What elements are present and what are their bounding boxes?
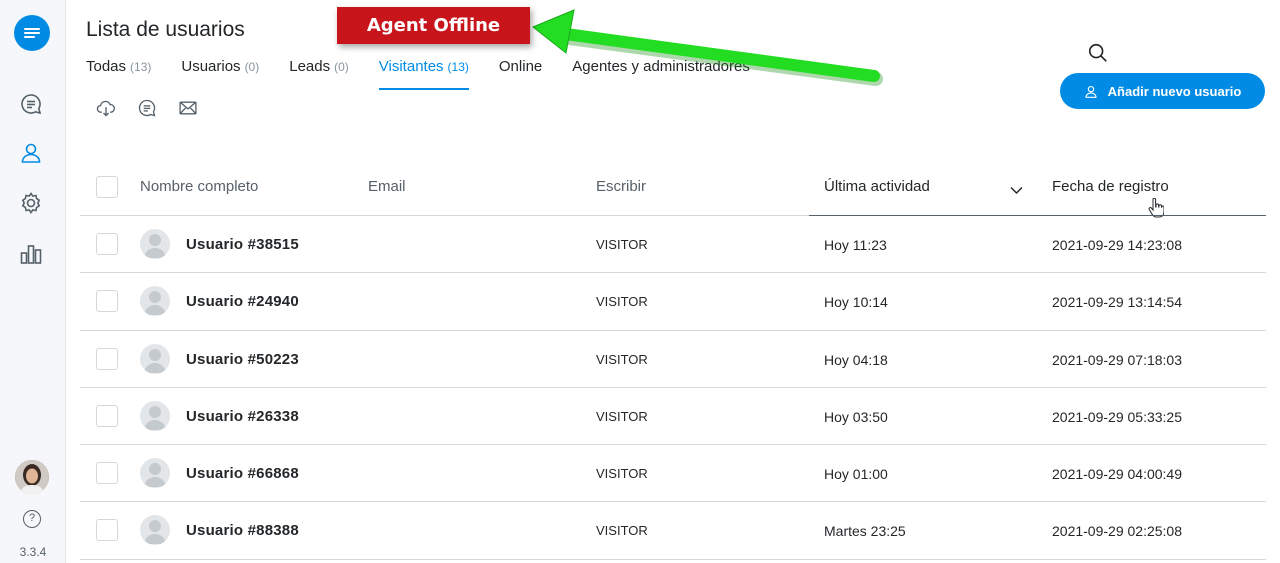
- tab-label: Agentes y administradores: [572, 58, 750, 75]
- select-all-checkbox[interactable]: [96, 176, 118, 198]
- last-activity: Hoy 01:00: [824, 466, 888, 483]
- user-name[interactable]: Usuario #38515: [186, 236, 299, 253]
- user-avatar-icon: [140, 286, 170, 317]
- last-activity: Hoy 03:50: [824, 408, 888, 425]
- row-checkbox[interactable]: [96, 290, 118, 313]
- registration-date: 2021-09-29 13:14:54: [1052, 294, 1182, 311]
- tab-leads[interactable]: Leads (0): [289, 58, 349, 90]
- user-type: VISITOR: [596, 523, 648, 539]
- table-row[interactable]: Usuario #50223 VISITOR Hoy 04:18 2021-09…: [80, 331, 1266, 388]
- tab-visitantes[interactable]: Visitantes (13): [378, 58, 470, 90]
- row-checkbox[interactable]: [96, 462, 118, 485]
- last-activity: Hoy 10:14: [824, 294, 888, 311]
- user-avatar-icon: [140, 229, 170, 259]
- search-icon[interactable]: [1087, 42, 1109, 64]
- user-name[interactable]: Usuario #66868: [186, 465, 299, 482]
- registration-date: 2021-09-29 14:23:08: [1052, 237, 1182, 253]
- table-row[interactable]: Usuario #38515 VISITOR Hoy 11:23 2021-09…: [80, 216, 1266, 274]
- last-activity: Martes 23:25: [824, 523, 906, 540]
- table-row[interactable]: Usuario #26338 VISITOR Hoy 03:50 2021-09…: [80, 388, 1266, 446]
- app-version: 3.3.4: [19, 545, 47, 559]
- registration-date: 2021-09-29 07:18:03: [1052, 351, 1182, 368]
- tab-todas[interactable]: Todas (13): [86, 58, 151, 90]
- user-name[interactable]: Usuario #50223: [186, 351, 299, 368]
- registration-date: 2021-09-29 02:25:08: [1052, 523, 1182, 540]
- column-created[interactable]: Fecha de registro: [1052, 178, 1169, 195]
- row-checkbox[interactable]: [96, 347, 118, 370]
- registration-date: 2021-09-29 04:00:49: [1052, 466, 1182, 483]
- add-new-user-button[interactable]: Añadir nuevo usuario: [1060, 73, 1265, 109]
- table-row[interactable]: Usuario #66868 VISITOR Hoy 01:00 2021-09…: [80, 445, 1266, 503]
- user-avatar-icon: [140, 458, 170, 489]
- send-message-icon[interactable]: [137, 98, 157, 118]
- tab-label: Visitantes: [378, 58, 444, 75]
- user-avatar-icon: [140, 515, 170, 546]
- user-filter-tabs: Todas (13) Usuarios (0) Leads (0) Visitante…: [86, 58, 780, 90]
- help-icon[interactable]: ?: [23, 510, 41, 528]
- tab-label: Online: [498, 58, 543, 75]
- user-avatar-icon: [140, 400, 170, 431]
- settings-gear-icon[interactable]: [18, 190, 44, 216]
- page-title: Lista de usuarios: [86, 18, 245, 41]
- table-row[interactable]: Usuario #88388 VISITOR Martes 23:25 2021…: [80, 502, 1266, 560]
- users-icon[interactable]: [18, 140, 44, 166]
- sidebar: ? 3.3.4: [0, 0, 66, 563]
- tab-online[interactable]: Online: [499, 58, 542, 90]
- agent-avatar[interactable]: [15, 460, 49, 494]
- last-activity: Hoy 11:23: [824, 237, 887, 253]
- tab-label: Todas: [86, 58, 127, 75]
- tab-label: Usuarios: [181, 58, 241, 75]
- column-last-activity[interactable]: Última actividad: [824, 178, 930, 195]
- column-email[interactable]: Email: [368, 178, 406, 195]
- tab-label: Leads: [289, 58, 331, 75]
- table-row[interactable]: Usuario #24940 VISITOR Hoy 10:14 2021-09…: [80, 273, 1266, 331]
- user-icon: [1084, 84, 1098, 99]
- user-name[interactable]: Usuario #88388: [186, 522, 299, 539]
- users-table: Nombre completo Email Escribir Última ac…: [80, 158, 1266, 560]
- tab-count: (0): [244, 60, 260, 74]
- tab-count: (13): [447, 60, 469, 74]
- agent-offline-label: Agent Offline: [337, 7, 530, 44]
- last-activity: Hoy 04:18: [824, 351, 888, 368]
- user-type: VISITOR: [596, 294, 648, 310]
- column-type[interactable]: Escribir: [596, 178, 646, 195]
- column-name[interactable]: Nombre completo: [140, 178, 258, 195]
- user-avatar-icon: [140, 343, 170, 374]
- user-type: VISITOR: [596, 466, 648, 482]
- registration-date: 2021-09-29 05:33:25: [1052, 408, 1182, 425]
- chevron-down-icon[interactable]: [1010, 182, 1023, 200]
- reports-chart-icon[interactable]: [18, 241, 44, 267]
- user-name[interactable]: Usuario #26338: [186, 408, 299, 425]
- user-name[interactable]: Usuario #24940: [186, 293, 299, 310]
- user-type: VISITOR: [596, 351, 648, 367]
- download-cloud-icon[interactable]: [96, 98, 116, 118]
- tab-agentes-administradores[interactable]: Agentes y administradores: [572, 58, 750, 90]
- app-logo-icon[interactable]: [14, 15, 50, 51]
- table-header: Nombre completo Email Escribir Última ac…: [80, 158, 1266, 218]
- user-type: VISITOR: [596, 408, 648, 424]
- user-type: VISITOR: [596, 237, 648, 252]
- row-checkbox[interactable]: [96, 233, 118, 255]
- tab-count: (13): [130, 60, 152, 74]
- conversations-icon[interactable]: [18, 91, 44, 117]
- row-checkbox[interactable]: [96, 519, 118, 542]
- tab-usuarios[interactable]: Usuarios (0): [181, 58, 259, 90]
- send-email-icon[interactable]: [178, 98, 198, 118]
- row-checkbox[interactable]: [96, 404, 118, 427]
- bulk-actions-toolbar: [96, 98, 219, 118]
- add-new-user-label: Añadir nuevo usuario: [1107, 83, 1242, 99]
- tab-count: (0): [334, 60, 349, 74]
